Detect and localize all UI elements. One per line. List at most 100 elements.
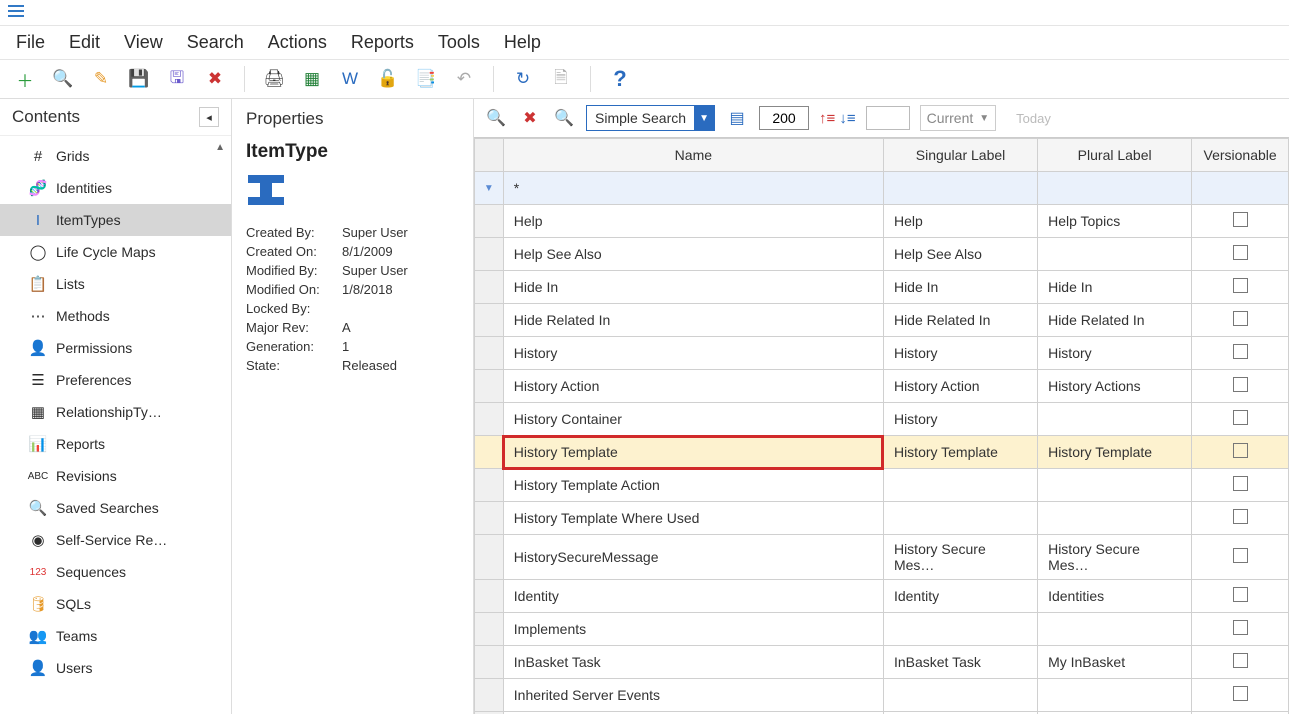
checkbox-icon[interactable] [1233,377,1248,392]
table-row[interactable]: InBasket TaskInBasket TaskMy InBasket [475,646,1289,679]
sidebar-collapse-button[interactable]: ◂ [199,107,219,127]
table-row[interactable]: History ContainerHistory [475,403,1289,436]
table-row[interactable]: Hide Related InHide Related InHide Relat… [475,304,1289,337]
sidebar-item-permissions[interactable]: 👤Permissions [0,332,231,364]
table-row[interactable]: HelpHelpHelp Topics [475,205,1289,238]
table-row[interactable]: Implements [475,613,1289,646]
table-row[interactable]: History Template Where Used [475,502,1289,535]
table-row[interactable]: History Template Action [475,469,1289,502]
checkbox-icon[interactable] [1233,311,1248,326]
scroll-up-icon[interactable]: ▲ [215,142,225,153]
sidebar-item-sequences[interactable]: 123Sequences [0,556,231,588]
checkbox-icon[interactable] [1233,212,1248,227]
menu-search[interactable]: Search [187,32,244,53]
row-selector[interactable] [475,535,504,580]
table-row[interactable]: HistorySecureMessageHistory Secure Mes…H… [475,535,1289,580]
col-singular[interactable]: Singular Label [883,139,1037,172]
unlock-icon[interactable]: 🔓 [375,66,401,92]
menu-view[interactable]: View [124,32,163,53]
filter-plural[interactable] [1038,172,1192,205]
run-search-icon[interactable]: 🔍 [484,106,508,130]
row-selector[interactable] [475,238,504,271]
undo-icon[interactable]: ↶ [451,66,477,92]
row-selector[interactable] [475,469,504,502]
checkbox-icon[interactable] [1233,278,1248,293]
search-mode-icon[interactable]: 🔍 [552,106,576,130]
sidebar-item-sqls[interactable]: 🛢SQLs [0,588,231,620]
sidebar-item-itemtypes[interactable]: IItemTypes [0,204,231,236]
menu-edit[interactable]: Edit [69,32,100,53]
table-row[interactable]: History ActionHistory ActionHistory Acti… [475,370,1289,403]
sidebar-item-preferences[interactable]: ☰Preferences [0,364,231,396]
sidebar-item-reports[interactable]: 📊Reports [0,428,231,460]
table-row[interactable]: Inherited Server Events [475,679,1289,712]
row-selector[interactable] [475,613,504,646]
sidebar-item-lists[interactable]: 📋Lists [0,268,231,300]
page-icon[interactable]: ▤ [725,106,749,130]
page-size-input[interactable] [759,106,809,130]
table-row[interactable]: IdentityIdentityIdentities [475,580,1289,613]
sort-asc-icon[interactable]: ↑≡ [819,110,835,127]
menu-toggle[interactable] [0,0,1289,26]
copy-icon[interactable]: 📑 [413,66,439,92]
row-selector[interactable] [475,436,504,469]
checkbox-icon[interactable] [1233,548,1248,563]
sidebar-item-revisions[interactable]: ABCRevisions [0,460,231,492]
clear-search-icon[interactable]: ✖ [518,106,542,130]
menu-help[interactable]: Help [504,32,541,53]
checkbox-icon[interactable] [1233,653,1248,668]
sidebar-item-users[interactable]: 👤Users [0,652,231,684]
col-name[interactable]: Name [503,139,883,172]
excel-icon[interactable]: ▦ [299,66,325,92]
word-icon[interactable]: W [337,66,363,92]
open-icon[interactable]: 🔍 [50,66,76,92]
row-selector[interactable] [475,337,504,370]
filter-name[interactable]: * [503,172,883,205]
checkbox-icon[interactable] [1233,686,1248,701]
table-row[interactable]: Help See AlsoHelp See Also [475,238,1289,271]
checkbox-icon[interactable] [1233,410,1248,425]
filter-singular[interactable] [883,172,1037,205]
search-mode-select[interactable]: Simple Search ▼ [586,105,715,131]
sidebar-item-saved-searches[interactable]: 🔍Saved Searches [0,492,231,524]
row-selector[interactable] [475,580,504,613]
row-selector[interactable] [475,646,504,679]
menu-file[interactable]: File [16,32,45,53]
refresh-icon[interactable]: ↻ [510,66,536,92]
row-selector[interactable] [475,370,504,403]
row-selector[interactable] [475,502,504,535]
sort-desc-icon[interactable]: ↓≡ [839,110,855,127]
row-selector[interactable] [475,271,504,304]
delete-icon[interactable]: ✖ [202,66,228,92]
edit-icon[interactable]: ✎ [88,66,114,92]
menu-actions[interactable]: Actions [268,32,327,53]
menu-reports[interactable]: Reports [351,32,414,53]
checkbox-icon[interactable] [1233,509,1248,524]
save-icon[interactable]: 💾 [126,66,152,92]
checkbox-icon[interactable] [1233,443,1248,458]
current-dropdown[interactable]: Current ▼ [920,105,997,131]
sidebar-item-life-cycle-maps[interactable]: ◯Life Cycle Maps [0,236,231,268]
help-icon[interactable]: ? [607,66,633,92]
checkbox-icon[interactable] [1233,476,1248,491]
sidebar-item-identities[interactable]: 🧬Identities [0,172,231,204]
doc-icon[interactable]: 🗎 [548,66,574,92]
row-selector[interactable] [475,679,504,712]
sidebar-item-relationshipty-[interactable]: ▦RelationshipTy… [0,396,231,428]
sidebar-item-teams[interactable]: 👥Teams [0,620,231,652]
new-icon[interactable]: ＋ [12,66,38,92]
table-row[interactable]: HistoryHistoryHistory [475,337,1289,370]
checkbox-icon[interactable] [1233,620,1248,635]
row-selector[interactable] [475,205,504,238]
filter-indicator-icon[interactable]: ▼ [475,172,504,205]
sidebar-item-methods[interactable]: ⋯Methods [0,300,231,332]
menu-tools[interactable]: Tools [438,32,480,53]
sidebar-item-self-service-re-[interactable]: ◉Self-Service Re… [0,524,231,556]
row-selector[interactable] [475,403,504,436]
table-row[interactable]: History TemplateHistory TemplateHistory … [475,436,1289,469]
checkbox-icon[interactable] [1233,344,1248,359]
col-versionable[interactable]: Versionable [1192,139,1289,172]
filter-versionable[interactable] [1192,172,1289,205]
table-row[interactable]: Hide InHide InHide In [475,271,1289,304]
sidebar-item-grids[interactable]: #Grids [0,140,231,172]
